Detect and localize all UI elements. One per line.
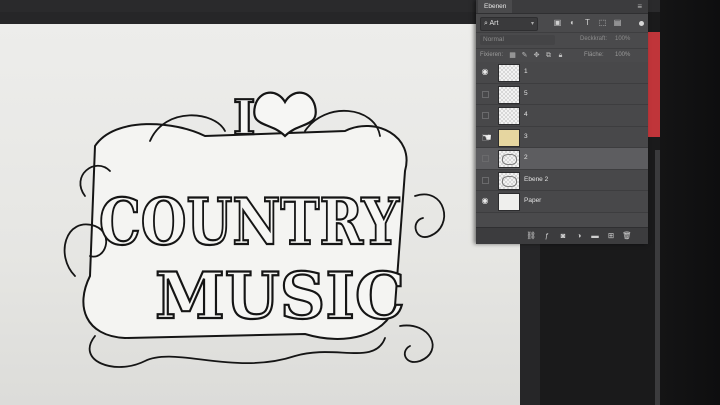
layer-name: 4 xyxy=(524,111,528,118)
visibility-toggle[interactable] xyxy=(482,112,489,119)
add-mask-icon[interactable]: ◙ xyxy=(558,231,568,241)
visibility-toggle[interactable] xyxy=(482,155,489,162)
layer-kind-select[interactable]: ⌕ Art ▾ xyxy=(480,17,538,31)
lock-icons: ▦ ✎ ✥ ⧉ 🔒︎ xyxy=(508,51,565,61)
document-canvas[interactable]: I COUNTRY MUSIC xyxy=(0,24,520,405)
opacity-field[interactable]: 100% xyxy=(615,36,630,42)
artwork-text-country: COUNTRY xyxy=(99,185,400,260)
layer-kind-value: Art xyxy=(489,20,499,27)
lock-position-icon[interactable]: ✥ xyxy=(532,51,541,61)
layers-list: ◉ 1 5 4 3 2 Ebene 2 ◉ Paper xyxy=(476,62,648,213)
layers-panel: Ebenen ≡ ⌕ Art ▾ ▣ ◐ T ⬚ ▤ Normal Deckkr… xyxy=(476,0,648,244)
link-layers-icon[interactable]: ⛓ xyxy=(526,231,536,241)
layer-thumbnail xyxy=(498,85,520,104)
artwork-drawing: I COUNTRY MUSIC xyxy=(63,89,446,368)
new-group-icon[interactable]: ▬ xyxy=(590,231,600,241)
lock-transparency-icon[interactable]: ▦ xyxy=(508,51,517,61)
layer-thumbnail xyxy=(498,193,520,211)
blend-row: Normal Deckkraft: 100% xyxy=(476,33,648,49)
fill-label: Fläche: xyxy=(584,52,604,58)
shape-filter-icon[interactable]: ⬚ xyxy=(597,17,608,28)
filter-icons: ▣ ◐ T ⬚ ▤ xyxy=(552,17,623,28)
opacity-label: Deckkraft: xyxy=(580,36,608,42)
swirl-right xyxy=(414,193,446,238)
footer-icons: ⛓ ƒ ◙ ◑ ▬ ⊞ 🗑︎ xyxy=(526,231,632,241)
layer-row[interactable]: ◉ 1 xyxy=(476,62,648,84)
filter-row: ⌕ Art ▾ ▣ ◐ T ⬚ ▤ xyxy=(476,14,648,33)
panel-header: Ebenen ≡ xyxy=(476,0,648,14)
artwork-text-music: MUSIC xyxy=(155,259,405,334)
layer-name: 3 xyxy=(524,132,528,140)
fill-field[interactable]: 100% xyxy=(615,52,630,58)
layer-name: Paper xyxy=(524,197,542,204)
panel-footer: ⛓ ƒ ◙ ◑ ▬ ⊞ 🗑︎ xyxy=(476,227,648,244)
type-filter-icon[interactable]: T xyxy=(582,17,593,28)
layer-row[interactable]: 3 xyxy=(476,126,648,148)
layer-row[interactable]: Ebene 2 xyxy=(476,169,648,191)
artwork-text-i: I xyxy=(233,90,255,146)
layer-thumbnail xyxy=(498,171,520,190)
lock-all-icon[interactable]: 🔒︎ xyxy=(556,51,565,61)
pixel-filter-icon[interactable]: ▣ xyxy=(552,17,563,28)
filter-toggle[interactable] xyxy=(639,21,644,26)
layer-row[interactable]: ◉ Paper xyxy=(476,191,648,213)
panel-menu-icon[interactable]: ≡ xyxy=(637,2,642,11)
hand-cursor-icon: ☚ xyxy=(482,132,492,144)
adjustment-filter-icon[interactable]: ◐ xyxy=(567,17,578,28)
blend-mode-select[interactable]: Normal xyxy=(480,35,555,45)
lock-image-icon[interactable]: ✎ xyxy=(520,51,529,61)
layer-name: 2 xyxy=(524,154,528,161)
layer-name: 1 xyxy=(524,68,528,75)
search-icon: ⌕ xyxy=(484,20,488,27)
layer-row[interactable]: 4 xyxy=(476,105,648,127)
fx-icon[interactable]: ƒ xyxy=(542,231,552,241)
adjustment-layer-icon[interactable]: ◑ xyxy=(574,231,584,241)
new-layer-icon[interactable]: ⊞ xyxy=(606,231,616,241)
layer-thumbnail xyxy=(498,128,520,147)
monitor-bezel xyxy=(660,0,720,405)
trash-icon[interactable]: 🗑︎ xyxy=(622,231,632,241)
smart-object-filter-icon[interactable]: ▤ xyxy=(612,17,623,28)
layer-row[interactable]: 5 xyxy=(476,83,648,105)
visibility-toggle[interactable] xyxy=(482,176,489,184)
tab-layers[interactable]: Ebenen xyxy=(478,0,513,13)
swirl-bottom xyxy=(88,335,386,368)
lock-label: Fixieren: xyxy=(480,52,504,58)
visibility-toggle[interactable] xyxy=(482,90,489,98)
lock-artboard-icon[interactable]: ⧉ xyxy=(544,51,553,61)
eye-icon[interactable]: ◉ xyxy=(479,196,491,206)
layer-name: 5 xyxy=(524,89,528,97)
layer-thumbnail xyxy=(498,107,520,125)
layer-name: Ebene 2 xyxy=(524,175,549,183)
eye-icon[interactable]: ◉ xyxy=(479,67,491,77)
layer-thumbnail xyxy=(498,150,520,168)
layer-thumbnail xyxy=(498,64,520,82)
layer-row-selected[interactable]: 2 xyxy=(476,148,648,170)
chevron-down-icon: ▾ xyxy=(530,21,534,27)
